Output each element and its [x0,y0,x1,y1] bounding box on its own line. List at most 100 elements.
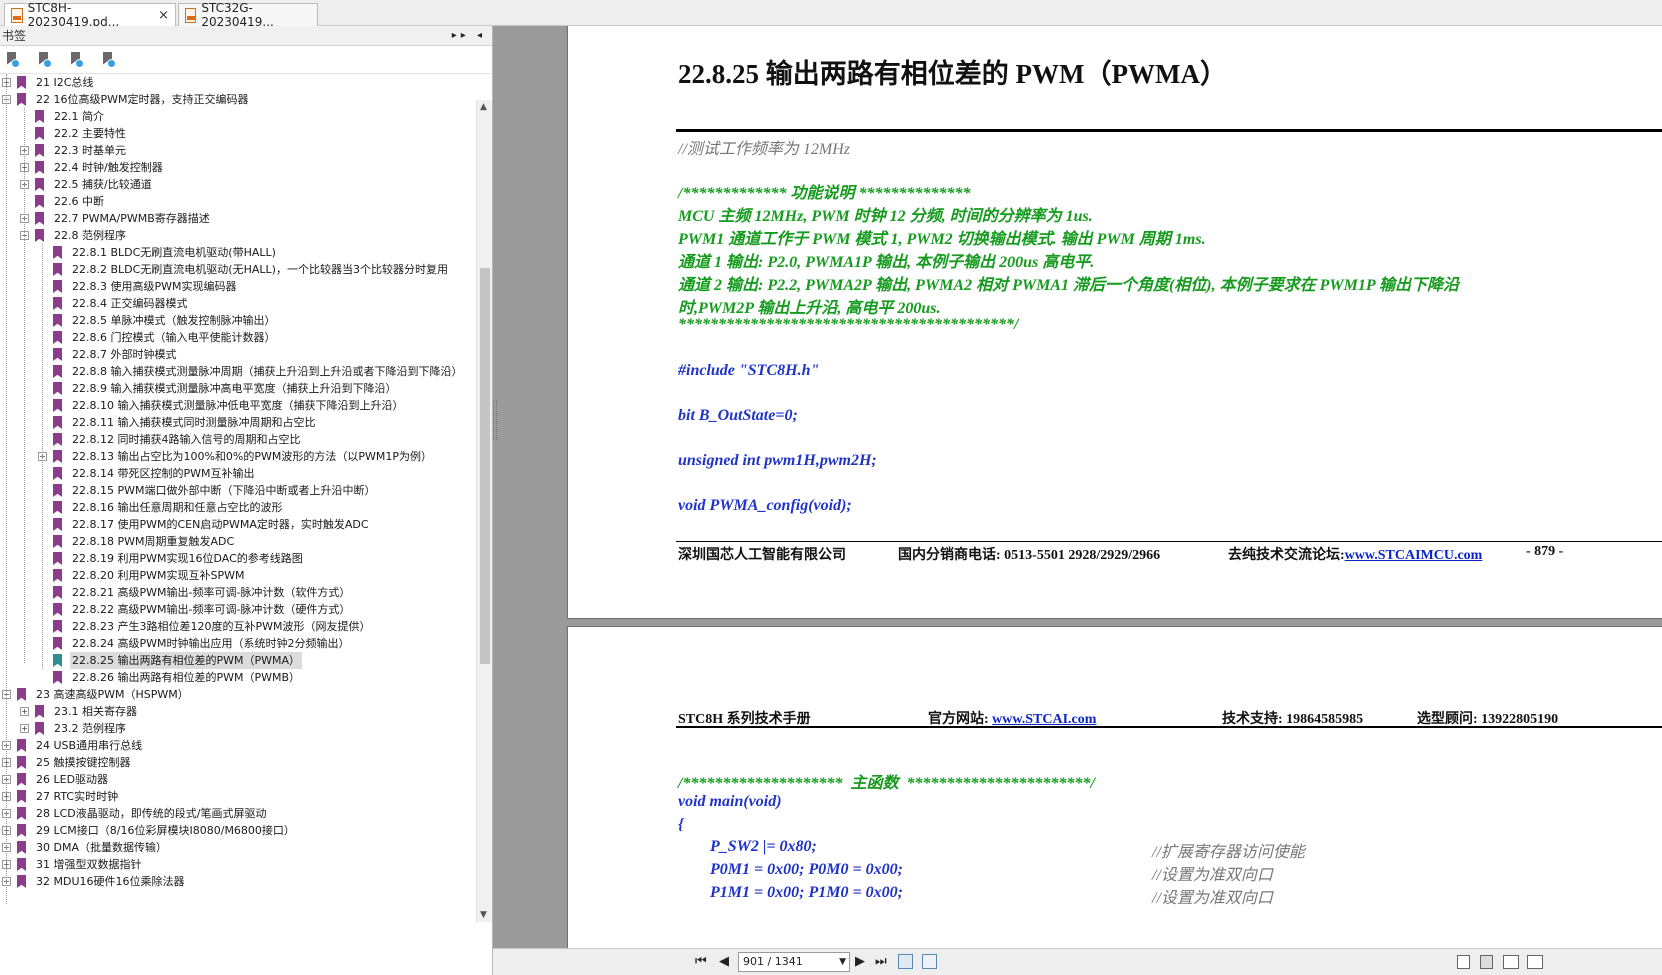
bookmark-item[interactable]: −23 高速高级PWM（HSPWM） [0,686,476,703]
panel-collapse-controls[interactable]: ▸▸ ◂ [452,30,492,41]
site-link[interactable]: www.STCAI.com [992,712,1096,727]
header-site: 官方网站: www.STCAI.com [928,708,1096,728]
bookmark-ribbon-icon [53,314,62,327]
prev-page-button[interactable]: ◀ [719,954,729,969]
close-tab-icon[interactable]: × [158,8,169,23]
pdf-file-icon [11,7,23,23]
panel-splitter[interactable] [493,400,497,440]
bookmark-item[interactable]: 22.8.22 高级PWM输出-频率可调-脉冲计数（硬件方式） [0,601,476,618]
bookmark-item[interactable]: 22.8.15 PWM端口做外部中断（下降沿中断或者上升沿中断） [0,482,476,499]
bookmark-item[interactable]: 22.8.10 输入捕获模式测量脉冲低电平宽度（捕获下降沿到上升沿） [0,397,476,414]
bookmark-item[interactable]: +31 增强型双数据指针 [0,856,476,873]
bookmark-item[interactable]: +22.7 PWMA/PWMB寄存器描述 [0,210,476,227]
bookmark-item[interactable]: +29 LCM接口（8/16位彩屏模块I8080/M6800接口） [0,822,476,839]
bookmark-ribbon-icon [35,178,44,191]
bookmark-item[interactable]: 22.8.26 输出两路有相位差的PWM（PWMB） [0,669,476,686]
page-compare-icon[interactable] [922,954,937,969]
bookmark-label: 22.2 主要特性 [54,127,126,140]
bookmark-item[interactable]: 22.8.5 单脉冲模式（触发控制脉冲输出） [0,312,476,329]
bookmark-item[interactable]: +22.8.13 输出占空比为100%和0%的PWM波形的方法（以PWM1P为例… [0,448,476,465]
bookmark-item[interactable]: −22 16位高级PWM定时器，支持正交编码器 [0,91,476,108]
bookmark-item[interactable]: 22.8.3 使用高级PWM实现编码器 [0,278,476,295]
bookmark-item[interactable]: 22.8.20 利用PWM实现互补SPWM [0,567,476,584]
scrollbar-thumb[interactable] [480,268,490,664]
bookmark-item[interactable]: 22.8.11 输入捕获模式同时测量脉冲周期和占空比 [0,414,476,431]
bookmark-find-icon[interactable] [102,52,116,68]
bookmark-item[interactable]: 22.8.1 BLDC无刷直流电机驱动(带HALL) [0,244,476,261]
two-page-view-icon[interactable] [1503,955,1519,969]
bookmark-icon[interactable] [6,52,20,68]
bookmark-item[interactable]: +22.3 时基单元 [0,142,476,159]
bookmark-item[interactable]: 22.8.17 使用PWM的CEN启动PWMA定时器，实时触发ADC [0,516,476,533]
bookmark-item[interactable]: 22.6 中断 [0,193,476,210]
bookmark-item[interactable]: +25 触摸按键控制器 [0,754,476,771]
bookmark-item[interactable]: 22.8.8 输入捕获模式测量脉冲周期（捕获上升沿到上升沿或者下降沿到下降沿） [0,363,476,380]
first-page-button[interactable]: ⏮ [695,954,707,969]
scroll-down-icon[interactable]: ▼ [480,910,487,920]
bookmark-item[interactable]: 22.8.2 BLDC无刷直流电机驱动(无HALL)，一个比较器当3个比较器分时… [0,261,476,278]
bookmark-item[interactable]: +28 LCD液晶驱动，即传统的段式/笔画式屏驱动 [0,805,476,822]
continuous-view-icon[interactable] [1480,955,1493,969]
code-line: P0M1 = 0x00; P0M0 = 0x00; [678,861,903,878]
bookmark-item[interactable]: 22.8.19 利用PWM实现16位DAC的参考线路图 [0,550,476,567]
bookmark-label: 22.8 范例程序 [54,229,126,242]
bookmark-item[interactable]: 22.8.6 门控模式（输入电平使能计数器） [0,329,476,346]
bookmark-item[interactable]: 22.8.12 同时捕获4路输入信号的周期和占空比 [0,431,476,448]
bookmark-item[interactable]: 22.8.14 带死区控制的PWM互补输出 [0,465,476,482]
bookmark-item[interactable]: +26 LED驱动器 [0,771,476,788]
bookmark-item[interactable]: 22.8.23 产生3路相位差120度的互补PWM波形（网友提供） [0,618,476,635]
bookmark-item[interactable]: 22.8.24 高级PWM时钟输出应用（系统时钟2分频输出） [0,635,476,652]
expand-icon[interactable]: + [20,707,29,716]
page-copy-icon[interactable] [898,954,913,969]
bookmark-ribbon-icon [53,552,62,565]
doc-text-line: void PWMA_config(void); [678,497,852,514]
bookmark-item[interactable]: +24 USB通用串行总线 [0,737,476,754]
page-number-input[interactable]: 901 / 1341 ▼ [738,952,850,972]
bookmark-item[interactable]: +23.2 范例程序 [0,720,476,737]
bookmark-item[interactable]: +30 DMA（批量数据传输） [0,839,476,856]
bookmark-label: 22.8.7 外部时钟模式 [72,348,177,361]
single-page-view-icon[interactable] [1457,955,1470,969]
bookmark-ribbon-icon [35,161,44,174]
bookmark-item[interactable]: 22.8.4 正交编码器模式 [0,295,476,312]
doc-text-line: /************* 功能说明 ************** [678,185,971,202]
section-heading: 22.8.25 输出两路有相位差的 PWM（PWMA） [678,59,1227,89]
bookmark-scrollbar[interactable]: ▲ ▼ [476,100,492,922]
bookmark-label: 22.8.12 同时捕获4路输入信号的周期和占空比 [72,433,301,446]
next-page-button[interactable]: ▶ [855,954,865,969]
bookmark-item[interactable]: 22.8.9 输入捕获模式测量脉冲高电平宽度（捕获上升沿到下降沿） [0,380,476,397]
tab-stc8h[interactable]: STC8H-20230419.pd... × [4,1,176,29]
bookmark-item[interactable]: 22.2 主要特性 [0,125,476,142]
bookmark-label: 22.6 中断 [54,195,104,208]
bookmark-item[interactable]: +22.4 时钟/触发控制器 [0,159,476,176]
bookmark-item[interactable]: +23.1 相关寄存器 [0,703,476,720]
bookmark-item[interactable]: 22.8.18 PWM周期重复触发ADC [0,533,476,550]
heading-rule [676,129,1662,132]
bookmark-item[interactable]: 22.1 简介 [0,108,476,125]
doc-text-line: //测试工作频率为 12MHz [678,141,851,158]
tab-title: STC8H-20230419.pd... [27,1,120,29]
bookmark-item[interactable]: −22.8 范例程序 [0,227,476,244]
bookmark-item[interactable]: 22.8.21 高级PWM输出-频率可调-脉冲计数（软件方式） [0,584,476,601]
two-page-continuous-view-icon[interactable] [1527,955,1543,969]
bookmark-expand-icon[interactable] [70,52,84,68]
bookmark-item[interactable]: +27 RTC实时时钟 [0,788,476,805]
document-view[interactable]: 22.8.25 输出两路有相位差的 PWM（PWMA） //测试工作频率为 12… [493,26,1662,948]
bookmark-ribbon-icon [53,348,62,361]
expand-icon[interactable]: + [20,724,29,733]
bookmark-item[interactable]: +32 MDU16硬件16位乘除法器 [0,873,476,890]
last-page-button[interactable]: ⏭ [875,954,887,969]
bookmark-item[interactable]: 22.8.7 外部时钟模式 [0,346,476,363]
chevron-down-icon[interactable]: ▼ [839,953,846,971]
bookmark-label: 22.7 PWMA/PWMB寄存器描述 [54,212,210,225]
bookmark-ribbon-icon [17,790,26,803]
bookmark-item[interactable]: +21 I2C总线 [0,74,476,91]
forum-link[interactable]: www.STCAIMCU.com [1345,548,1483,563]
bookmark-item[interactable]: 22.8.25 输出两路有相位差的PWM（PWMA） [0,652,476,669]
bookmark-add-icon[interactable] [38,52,52,68]
bookmark-item[interactable]: 22.8.16 输出任意周期和任意占空比的波形 [0,499,476,516]
scroll-up-icon[interactable]: ▲ [480,102,487,112]
bookmarks-panel: 书签 ▸▸ ◂ +21 I2C总线 −22 16位高级PWM定时器，支持正交编码器… [0,26,493,975]
tab-stc32g[interactable]: STC32G-20230419... [178,1,318,29]
bookmark-item[interactable]: +22.5 捕获/比较通道 [0,176,476,193]
